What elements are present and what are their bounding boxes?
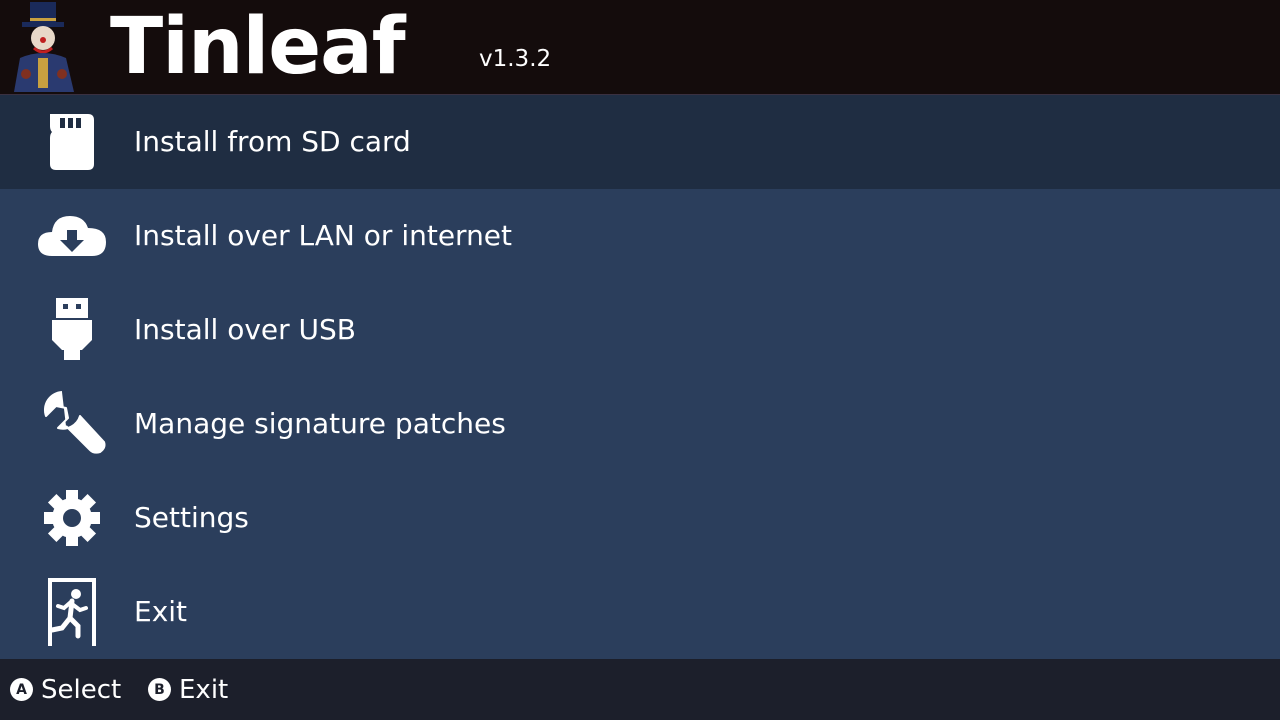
footer-bar: A Select B Exit [0, 659, 1280, 720]
usb-icon [34, 292, 110, 368]
version-label: v1.3.2 [479, 46, 552, 72]
menu-item-label: Install over USB [134, 313, 357, 346]
menu-item-signature-patches[interactable]: Manage signature patches [0, 377, 1280, 471]
gear-icon [34, 480, 110, 556]
app-logo [4, 2, 84, 92]
menu-item-label: Install over LAN or internet [134, 219, 513, 252]
menu-item-label: Settings [134, 501, 249, 534]
hint-exit[interactable]: B Exit [148, 659, 228, 720]
app-title: Tinleaf [110, 2, 406, 92]
cloud-download-icon [34, 198, 110, 274]
exit-door-icon [34, 574, 110, 650]
menu-item-label: Manage signature patches [134, 407, 506, 440]
menu-item-install-lan[interactable]: Install over LAN or internet [0, 189, 1280, 283]
header-bar: Tinleaf v1.3.2 [0, 0, 1280, 95]
hint-select[interactable]: A Select [10, 659, 121, 720]
b-button-icon: B [148, 678, 171, 701]
menu-item-settings[interactable]: Settings [0, 471, 1280, 565]
sd-card-icon [34, 104, 110, 180]
menu-item-install-usb[interactable]: Install over USB [0, 283, 1280, 377]
menu-item-label: Install from SD card [134, 125, 411, 158]
hint-label: Select [41, 674, 122, 705]
a-button-icon: A [10, 678, 33, 701]
menu-item-install-sd[interactable]: Install from SD card [0, 95, 1280, 189]
hint-label: Exit [179, 674, 229, 705]
menu-item-exit[interactable]: Exit [0, 565, 1280, 659]
wrench-icon [34, 386, 110, 462]
main-menu: Install from SD card Install over LAN or… [0, 95, 1280, 659]
menu-item-label: Exit [134, 595, 188, 628]
